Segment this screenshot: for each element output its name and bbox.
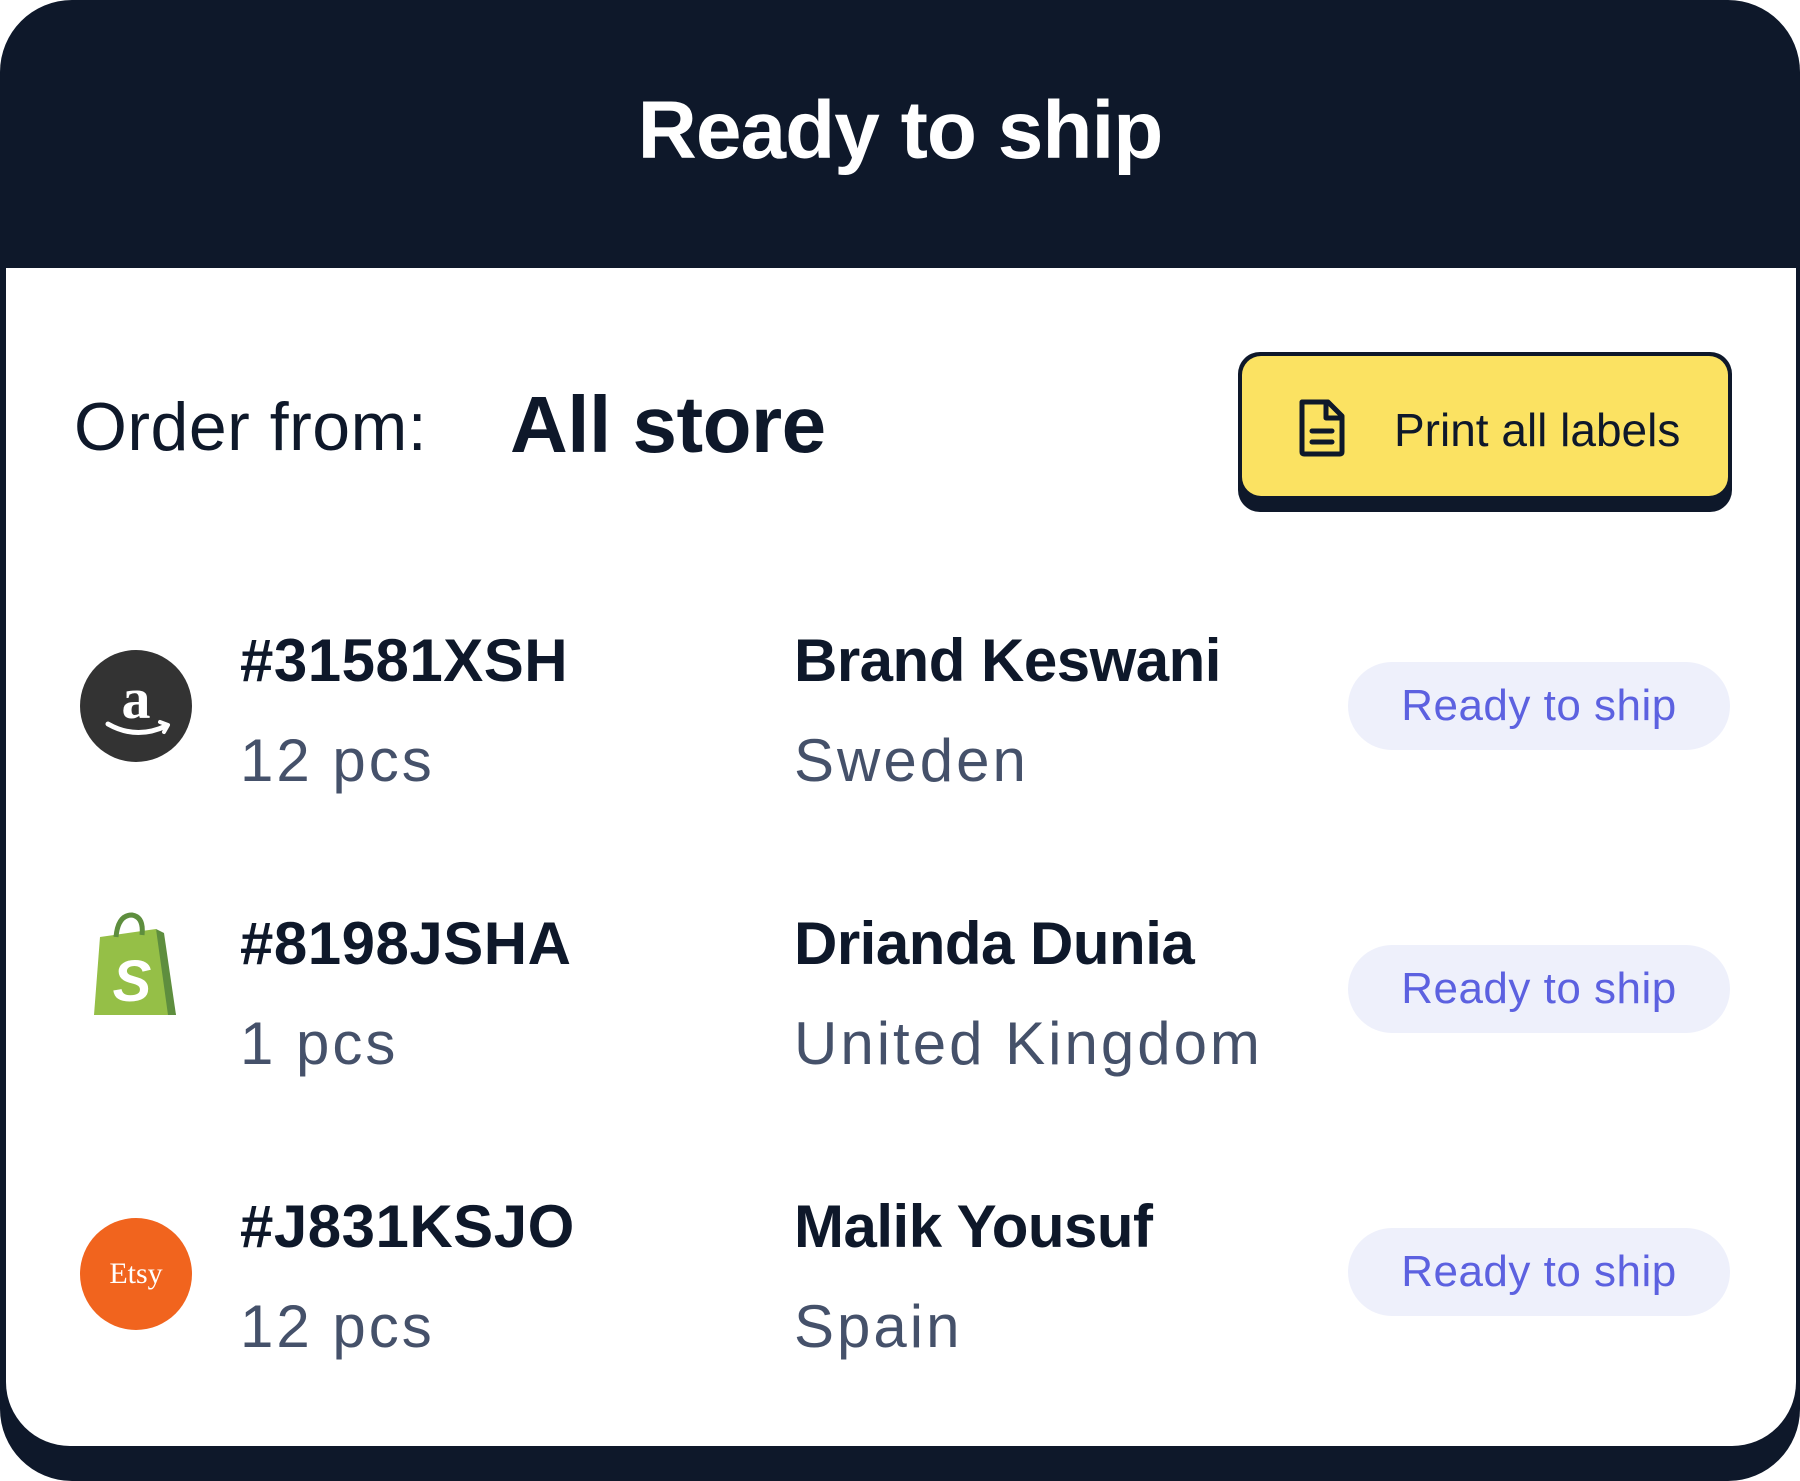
- card-header: Ready to ship: [0, 0, 1800, 268]
- customer-name: Malik Yousuf: [794, 1193, 1153, 1260]
- customer-name: Brand Keswani: [794, 627, 1221, 694]
- orders-panel: Order from: All store Print all labels a: [6, 268, 1796, 1446]
- order-id: #8198JSHA: [240, 910, 572, 977]
- order-id: #31581XSH: [240, 627, 569, 694]
- document-icon: [1299, 399, 1345, 457]
- customer-country: Sweden: [794, 727, 1029, 794]
- order-quantity: 1 pcs: [240, 1010, 399, 1077]
- order-row[interactable]: Etsy #J831KSJO 12 pcs Malik Yousuf Spain…: [6, 1192, 1796, 1392]
- svg-text:a: a: [122, 666, 151, 731]
- etsy-logo-icon: Etsy: [80, 1218, 192, 1330]
- customer-country: United Kingdom: [794, 1010, 1263, 1077]
- ready-to-ship-card: Ready to ship Order from: All store Prin…: [0, 0, 1800, 1481]
- print-all-labels-button[interactable]: Print all labels: [1238, 352, 1732, 512]
- status-badge: Ready to ship: [1348, 662, 1730, 750]
- etsy-logo-text: Etsy: [109, 1257, 162, 1290]
- order-quantity: 12 pcs: [240, 727, 435, 794]
- order-from-label: Order from:: [74, 389, 428, 465]
- store-filter-value[interactable]: All store: [510, 379, 826, 471]
- card-title: Ready to ship: [637, 85, 1164, 176]
- order-row[interactable]: a #31581XSH 12 pcs Brand Keswani Sweden …: [6, 626, 1796, 826]
- customer-country: Spain: [794, 1293, 963, 1360]
- order-row[interactable]: S #8198JSHA 1 pcs Drianda Dunia United K…: [6, 909, 1796, 1109]
- print-all-labels-label: Print all labels: [1394, 404, 1681, 456]
- svg-text:S: S: [113, 949, 152, 1014]
- amazon-logo-icon: a: [80, 650, 192, 762]
- status-badge: Ready to ship: [1348, 945, 1730, 1033]
- shopify-logo-icon: S: [94, 912, 176, 1015]
- order-quantity: 12 pcs: [240, 1293, 435, 1360]
- customer-name: Drianda Dunia: [794, 910, 1195, 977]
- order-id: #J831KSJO: [240, 1193, 575, 1260]
- status-badge: Ready to ship: [1348, 1228, 1730, 1316]
